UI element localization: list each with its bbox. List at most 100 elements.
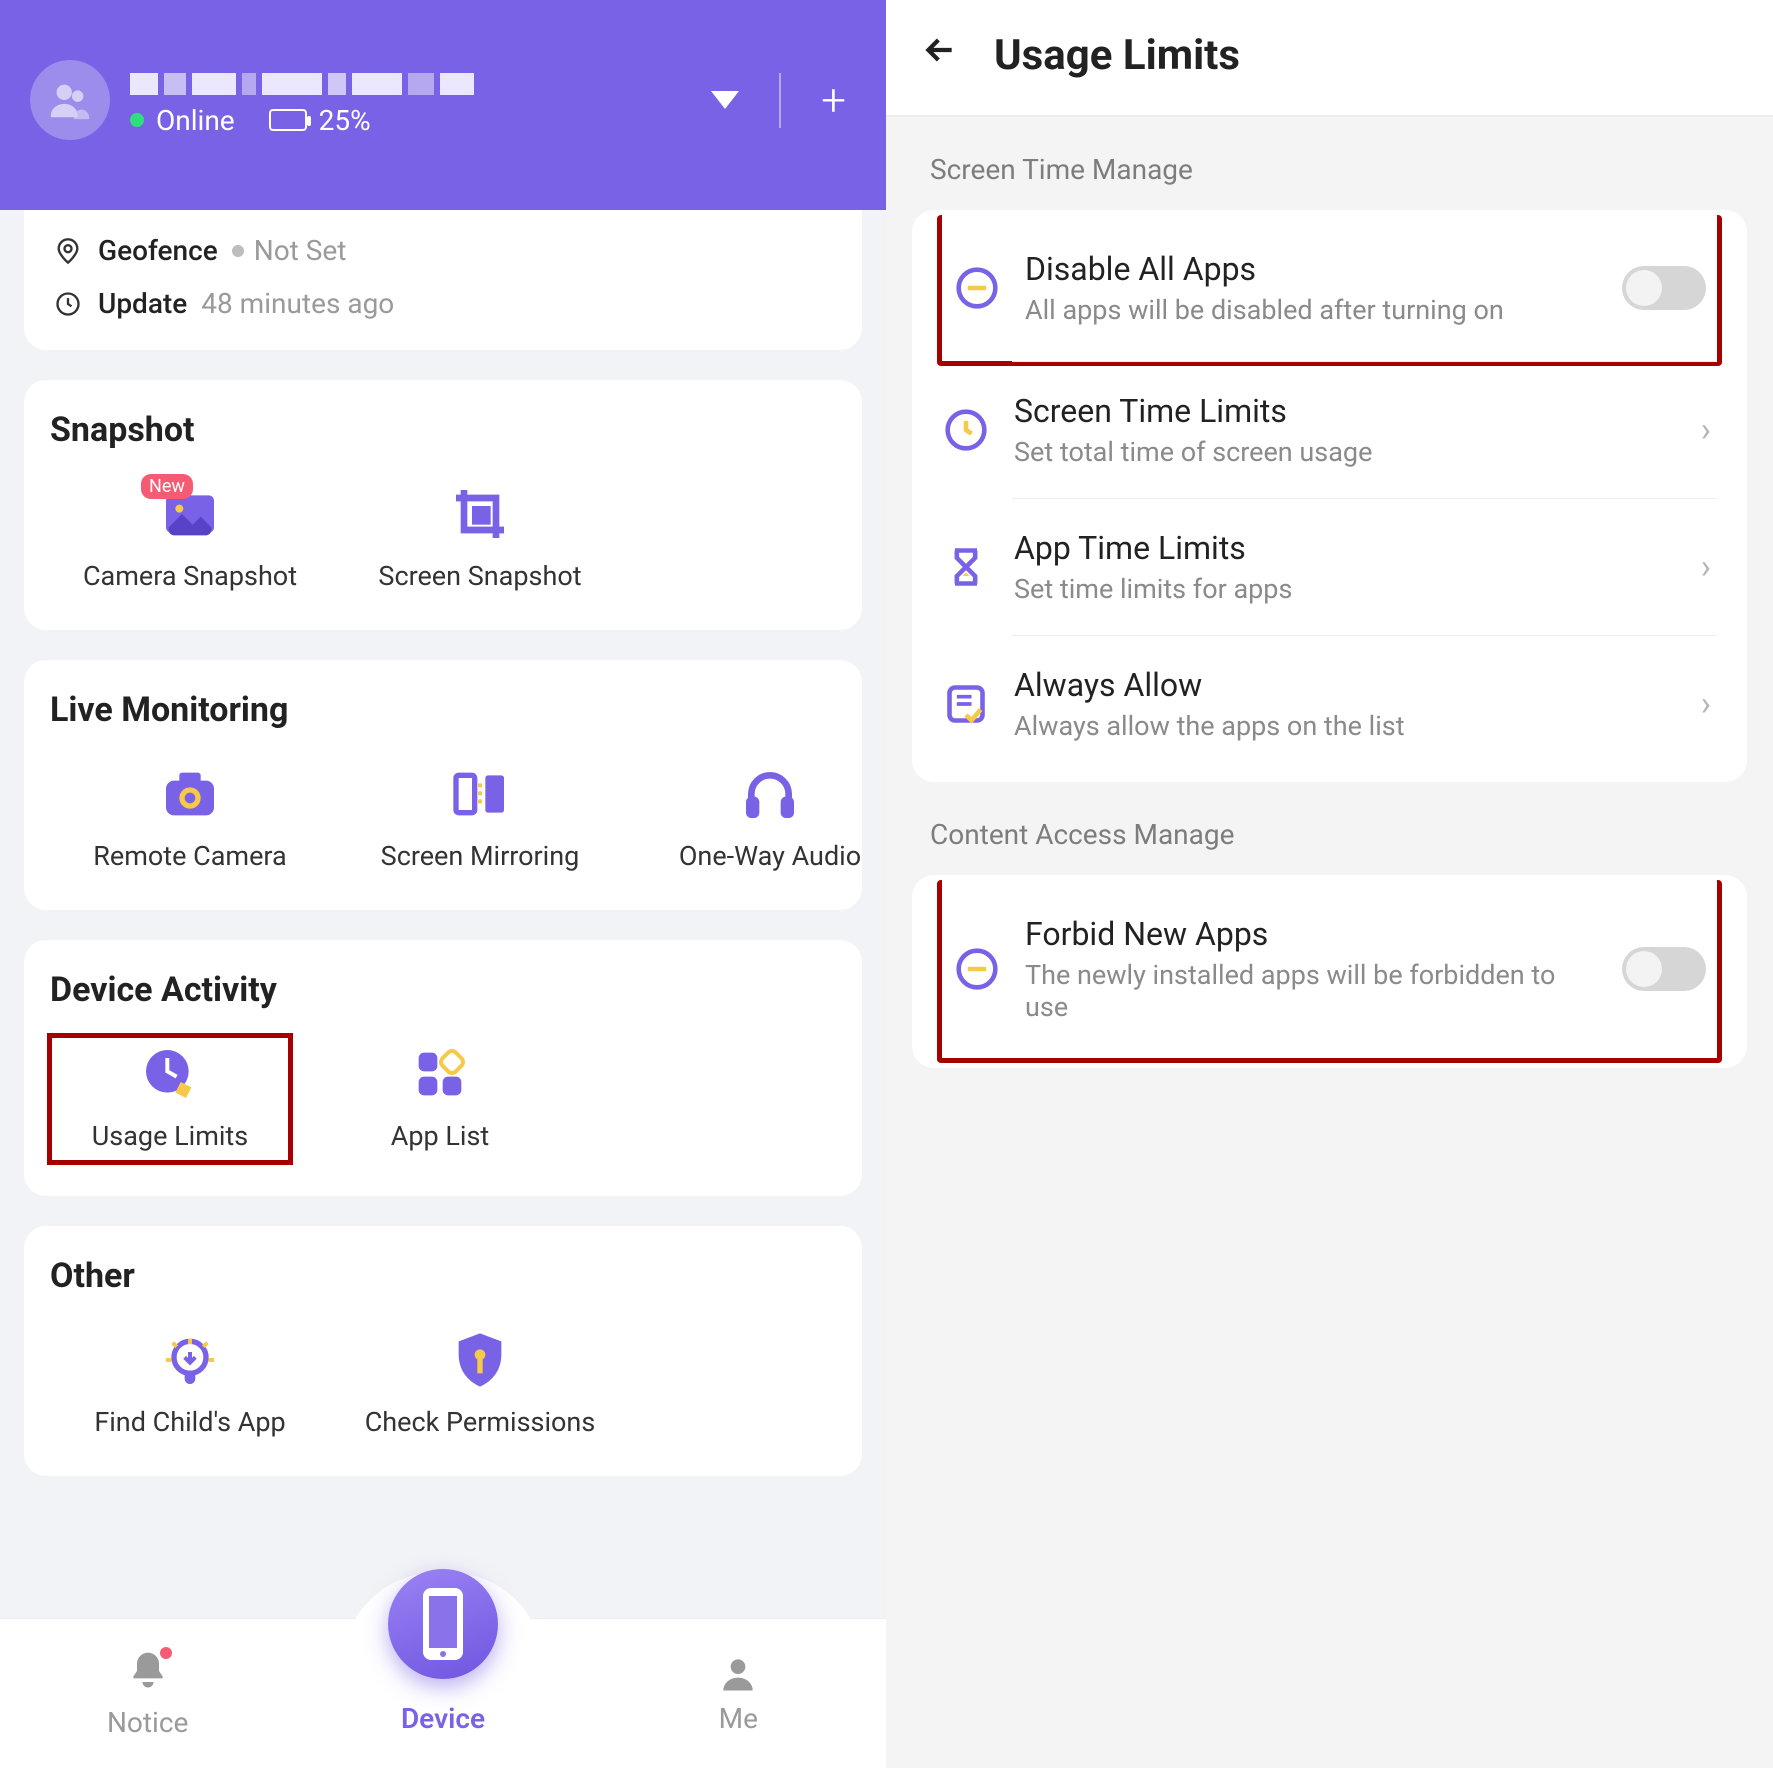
row-desc: Always allow the apps on the list: [1014, 710, 1677, 742]
screen-time-card: Disable All Apps All apps will be disabl…: [912, 210, 1747, 782]
camera-icon: [158, 762, 222, 826]
apps-grid-icon: [408, 1042, 472, 1106]
row-title: Forbid New Apps: [1025, 915, 1598, 953]
row-title: Screen Time Limits: [1014, 392, 1677, 430]
row-title: App Time Limits: [1014, 529, 1677, 567]
row-desc: Set time limits for apps: [1014, 573, 1677, 605]
tile-usage-limits[interactable]: Usage Limits: [50, 1036, 290, 1162]
device-header: Online 25% +: [0, 0, 886, 210]
online-status: Online: [156, 104, 235, 137]
list-check-icon: [942, 680, 990, 728]
avatar[interactable]: [30, 60, 110, 140]
tile-screen-mirroring[interactable]: Screen Mirroring: [340, 756, 620, 876]
page-title: Usage Limits: [994, 31, 1240, 80]
tile-one-way-audio[interactable]: One-Way Audio: [630, 756, 886, 876]
mirror-icon: [448, 762, 512, 826]
section-title: Snapshot: [50, 410, 836, 450]
tile-find-childs-app[interactable]: Find Child's App: [50, 1322, 330, 1442]
row-desc: All apps will be disabled after turning …: [1025, 294, 1598, 326]
arrow-left-icon: [920, 30, 960, 70]
tile-label: Screen Mirroring: [381, 840, 580, 872]
tile-label: Find Child's App: [94, 1406, 285, 1438]
device-activity-section: Device Activity Usage Limits App List: [24, 940, 862, 1196]
tile-label: Screen Snapshot: [378, 560, 581, 592]
row-screen-time-limits[interactable]: Screen Time Limits Set total time of scr…: [1012, 361, 1717, 498]
header-info: Online 25%: [130, 64, 711, 137]
section-title: Live Monitoring: [50, 690, 836, 730]
other-section: Other Find Child's App Check Permissions: [24, 1226, 862, 1476]
nav-me[interactable]: Me: [591, 1652, 886, 1735]
device-dropdown-icon[interactable]: [711, 91, 739, 109]
toggle-disable-all-apps[interactable]: [1622, 266, 1706, 310]
row-disable-all-apps[interactable]: Disable All Apps All apps will be disabl…: [937, 215, 1722, 366]
tile-label: App List: [391, 1120, 490, 1152]
hourglass-icon: [942, 543, 990, 591]
new-badge: New: [141, 474, 193, 499]
minus-circle-icon: [953, 945, 1001, 993]
bottom-nav: Notice Device Me: [0, 1618, 886, 1768]
device-info-card: Geofence Not Set Update 48 minutes ago: [24, 210, 862, 350]
panel-header: Usage Limits: [886, 0, 1773, 117]
tile-remote-camera[interactable]: Remote Camera: [50, 756, 330, 876]
chevron-right-icon: ›: [1701, 547, 1711, 587]
row-title: Always Allow: [1014, 666, 1677, 704]
gray-dot-icon: [232, 245, 244, 257]
section-title: Other: [50, 1256, 836, 1296]
live-monitoring-section: Live Monitoring Remote Camera Screen Mir…: [24, 660, 862, 910]
row-desc: Set total time of screen usage: [1014, 436, 1677, 468]
online-dot-icon: [130, 113, 144, 127]
headphones-icon: [738, 762, 802, 826]
phone-icon: [418, 1584, 468, 1664]
usage-limits-icon: [138, 1042, 202, 1106]
usage-limits-panel: Usage Limits Screen Time Manage Disable …: [886, 0, 1773, 1768]
divider: [779, 73, 781, 128]
nav-label: Me: [719, 1702, 758, 1735]
add-device-button[interactable]: +: [821, 74, 846, 126]
tile-app-list[interactable]: App List: [300, 1036, 580, 1162]
section-title: Device Activity: [50, 970, 836, 1010]
notification-dot-icon: [160, 1647, 172, 1659]
clock-icon: [52, 290, 84, 318]
tile-label: Check Permissions: [365, 1406, 596, 1438]
section-label: Content Access Manage: [886, 782, 1773, 875]
update-row[interactable]: Update 48 minutes ago: [52, 277, 834, 330]
geofence-value: Not Set: [254, 234, 347, 267]
tile-screen-snapshot[interactable]: Screen Snapshot: [340, 476, 620, 596]
section-label: Screen Time Manage: [886, 117, 1773, 210]
people-icon: [47, 77, 93, 123]
geofence-label: Geofence: [98, 234, 218, 267]
tile-label: Usage Limits: [92, 1120, 248, 1152]
tile-label: Remote Camera: [93, 840, 286, 872]
shield-key-icon: [448, 1328, 512, 1392]
device-dashboard: Online 25% + Geofence Not Set: [0, 0, 886, 1768]
person-icon: [716, 1652, 760, 1696]
nav-label: Device: [401, 1702, 485, 1735]
toggle-forbid-new-apps[interactable]: [1622, 947, 1706, 991]
location-pin-icon: [52, 237, 84, 265]
nav-label: Notice: [107, 1706, 188, 1739]
row-title: Disable All Apps: [1025, 250, 1598, 288]
row-desc: The newly installed apps will be forbidd…: [1025, 959, 1598, 1023]
row-app-time-limits[interactable]: App Time Limits Set time limits for apps…: [1012, 498, 1717, 635]
tile-check-permissions[interactable]: Check Permissions: [340, 1322, 620, 1442]
snapshot-section: Snapshot New Camera Snapshot Screen Snap…: [24, 380, 862, 630]
battery-percent: 25%: [319, 104, 371, 137]
minus-circle-icon: [953, 264, 1001, 312]
row-forbid-new-apps[interactable]: Forbid New Apps The newly installed apps…: [937, 880, 1722, 1063]
crop-icon: [448, 482, 512, 546]
tile-camera-snapshot[interactable]: New Camera Snapshot: [50, 476, 330, 596]
update-value: 48 minutes ago: [201, 287, 394, 320]
update-label: Update: [98, 287, 187, 320]
nav-device-button[interactable]: [388, 1569, 498, 1679]
battery-icon: [269, 109, 307, 131]
geofence-row[interactable]: Geofence Not Set: [52, 224, 834, 277]
content-access-card: Forbid New Apps The newly installed apps…: [912, 875, 1747, 1068]
back-button[interactable]: [920, 30, 960, 81]
row-always-allow[interactable]: Always Allow Always allow the apps on th…: [1012, 635, 1717, 772]
chevron-right-icon: ›: [1701, 410, 1711, 450]
clock-outline-icon: [942, 406, 990, 454]
nav-notice[interactable]: Notice: [0, 1649, 295, 1739]
chevron-right-icon: ›: [1701, 684, 1711, 724]
dashboard-body: Geofence Not Set Update 48 minutes ago S…: [0, 210, 886, 1768]
device-name-obscured: [130, 64, 711, 104]
